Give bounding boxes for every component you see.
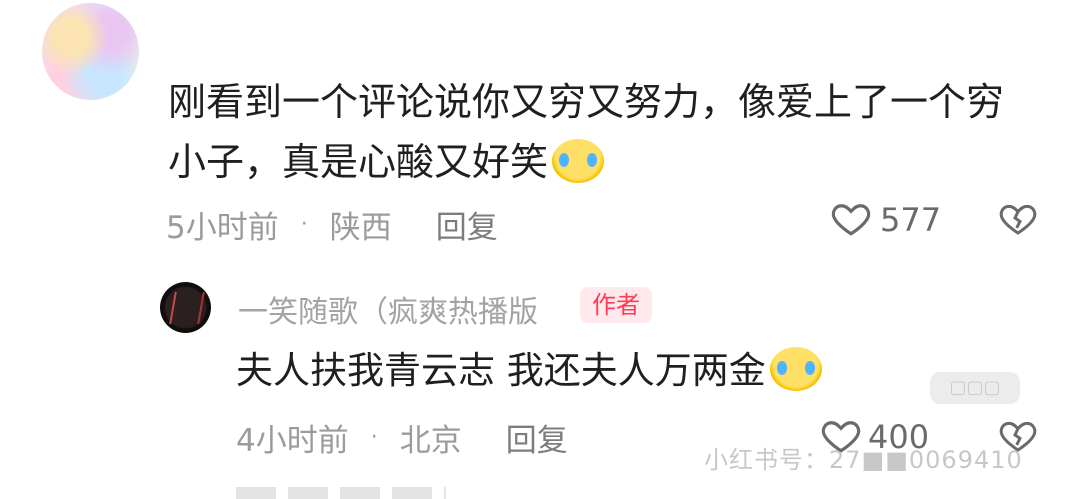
avatar[interactable] (42, 3, 139, 100)
like-button[interactable] (830, 197, 872, 243)
crying-laughing-emoji-icon (552, 138, 605, 183)
dislike-button[interactable] (998, 197, 1038, 243)
comment-meta: 5小时前 · 陕西 回复 (166, 202, 498, 247)
heart-icon (831, 204, 871, 236)
reply-meta: 4小时前 · 北京 回复 (236, 415, 568, 460)
watermark-stamp: ▢▢▢ (930, 372, 1020, 404)
next-comment-peek (236, 487, 446, 499)
author-badge: 作者 (580, 287, 652, 323)
reply-text: 夫人扶我青云志 我还夫人万两金 (236, 345, 822, 397)
reply-username[interactable]: 一笑随歌（疯爽热播版 (238, 287, 538, 331)
like-count: 577 (880, 201, 942, 239)
watermark: 小红书号：27■■0069410 (704, 446, 1023, 474)
separator-dot: · (370, 425, 378, 450)
timestamp: 4小时前 (236, 423, 349, 459)
broken-heart-icon (999, 204, 1037, 235)
reply-button[interactable]: 回复 (506, 415, 568, 460)
location: 陕西 (329, 210, 392, 246)
crying-emoji-icon (769, 346, 822, 391)
timestamp: 5小时前 (166, 210, 279, 246)
location: 北京 (399, 423, 462, 459)
separator-dot: · (300, 212, 308, 237)
reply-avatar[interactable] (160, 282, 211, 333)
comment-text: 刚看到一个评论说你又穷又努力，像爱上了一个穷小子，真是心酸又好笑 (168, 72, 1038, 192)
reply-button[interactable]: 回复 (436, 202, 498, 247)
reply-body: 夫人扶我青云志 我还夫人万两金 (236, 349, 766, 392)
